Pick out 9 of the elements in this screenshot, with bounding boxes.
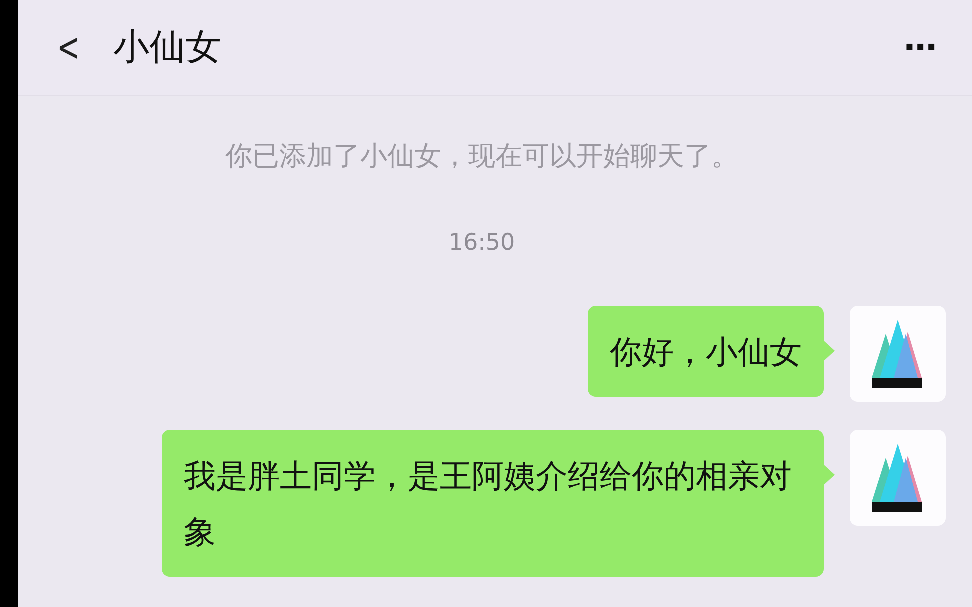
message-bubble: 你好，小仙女 [588,306,824,397]
bubble-tail [823,464,835,486]
system-notice: 你已添加了小仙女，现在可以开始聊天了。 [224,140,740,174]
more-button[interactable]: ··· [903,28,936,68]
bubble-tail [823,340,835,362]
chat-title: 小仙女 [114,26,223,70]
message-bubble: 我是胖土同学，是王阿姨介绍给你的相亲对象 [162,430,824,577]
timestamp: 16:50 [448,230,516,256]
back-button[interactable]: < [57,28,80,68]
